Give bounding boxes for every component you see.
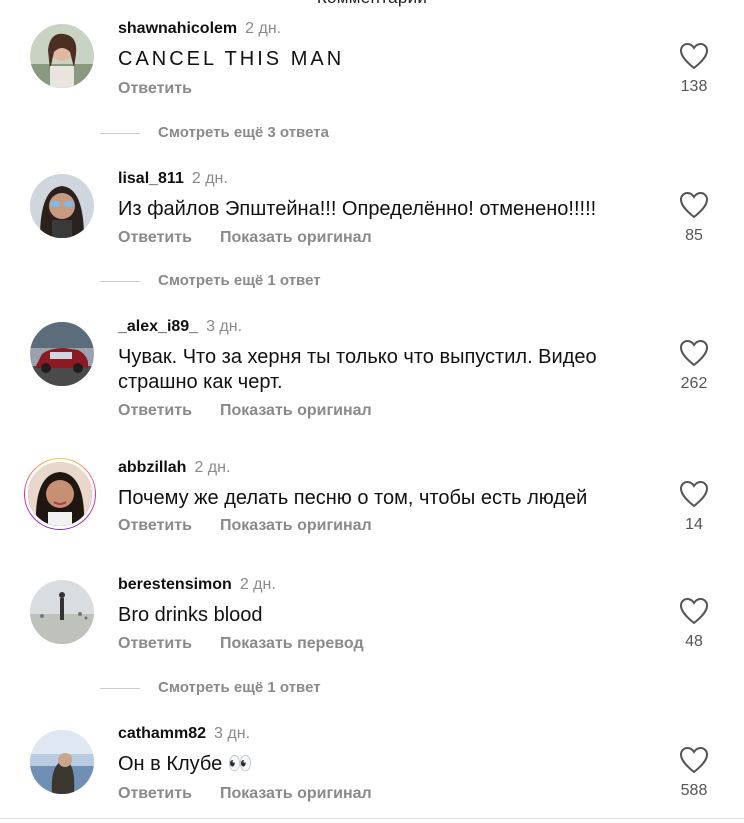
like-count: 138 [680, 78, 708, 95]
reply-button[interactable]: Ответить [118, 635, 192, 652]
view-more-replies-label: Смотреть ещё 1 ответ [158, 272, 321, 289]
view-more-replies[interactable]: Смотреть ещё 1 ответ [100, 272, 321, 289]
view-more-replies-label: Смотреть ещё 1 ответ [158, 679, 321, 696]
heart-outline-icon [679, 42, 709, 70]
comment-meta: berestensimon 2 дн. [118, 576, 276, 594]
timestamp: 2 дн. [239, 576, 276, 593]
reply-button[interactable]: Ответить [118, 785, 192, 802]
divider [0, 818, 744, 819]
like-button[interactable]: 138 [670, 42, 718, 96]
heart-outline-icon [679, 597, 709, 625]
comment-meta: shawnahicolem 2 дн. [118, 20, 281, 38]
avatar[interactable] [30, 730, 94, 794]
comment-actions: Ответить Показать оригинал [118, 229, 372, 247]
like-count: 48 [685, 633, 703, 650]
comment-actions: Ответить Показать оригинал [118, 517, 372, 535]
like-button[interactable]: 262 [670, 339, 718, 393]
reply-button[interactable]: Ответить [118, 229, 192, 246]
divider [100, 280, 140, 282]
view-more-replies-label: Смотреть ещё 3 ответа [158, 124, 329, 141]
comment-meta: lisal_811 2 дн. [118, 170, 228, 188]
avatar[interactable] [30, 174, 94, 238]
comment-text: Почему же делать песню о том, чтобы есть… [118, 487, 588, 509]
reply-button[interactable]: Ответить [118, 402, 192, 419]
avatar [25, 459, 95, 529]
comment-text: Bro drinks blood [118, 604, 263, 626]
show-translation-button[interactable]: Показать перевод [220, 635, 364, 652]
reply-button[interactable]: Ответить [118, 80, 192, 97]
show-original-button[interactable]: Показать оригинал [220, 229, 372, 246]
username[interactable]: cathamm82 [118, 725, 206, 742]
comment-text: Из файлов Эпштейна!!! Определённо! отмен… [118, 198, 597, 220]
avatar[interactable] [30, 322, 94, 386]
like-count: 588 [680, 782, 708, 799]
like-count: 262 [680, 375, 708, 392]
like-button[interactable]: 85 [670, 191, 718, 245]
comment-meta: abbzillah 2 дн. [118, 459, 230, 477]
timestamp: 3 дн. [206, 318, 243, 335]
timestamp: 2 дн. [191, 170, 228, 187]
comment-actions: Ответить Показать оригинал [118, 785, 372, 803]
like-button[interactable]: 14 [670, 480, 718, 534]
timestamp: 2 дн. [245, 20, 282, 37]
username[interactable]: berestensimon [118, 576, 232, 593]
timestamp: 3 дн. [214, 725, 251, 742]
heart-outline-icon [679, 746, 709, 774]
comment-text: Он в Клубе 👀 [118, 753, 253, 775]
page-title: Комментарии [0, 0, 744, 8]
like-button[interactable]: 48 [670, 597, 718, 651]
username[interactable]: abbzillah [118, 459, 186, 476]
username[interactable]: shawnahicolem [118, 20, 237, 37]
heart-outline-icon [679, 480, 709, 508]
divider [100, 687, 140, 689]
comment-actions: Ответить Показать оригинал [118, 402, 372, 420]
username[interactable]: _alex_i89_ [118, 318, 198, 335]
username[interactable]: lisal_811 [118, 170, 184, 187]
comment-meta: _alex_i89_ 3 дн. [118, 318, 242, 336]
comment-actions: Ответить Показать перевод [118, 635, 364, 653]
avatar-story-ring[interactable] [24, 458, 96, 530]
comment-meta: cathamm82 3 дн. [118, 725, 250, 743]
avatar[interactable] [30, 24, 94, 88]
like-button[interactable]: 588 [670, 746, 718, 800]
like-count: 85 [685, 227, 703, 244]
comment-text: CANCEL THIS MAN [118, 48, 345, 70]
timestamp: 2 дн. [194, 459, 231, 476]
comment-text: Чувак. Что за херня ты только что выпуст… [118, 346, 597, 393]
show-original-button[interactable]: Показать оригинал [220, 785, 372, 802]
show-original-button[interactable]: Показать оригинал [220, 517, 372, 534]
reply-button[interactable]: Ответить [118, 517, 192, 534]
comment-actions: Ответить [118, 80, 192, 98]
divider [100, 132, 140, 134]
like-count: 14 [685, 516, 703, 533]
heart-outline-icon [679, 191, 709, 219]
show-original-button[interactable]: Показать оригинал [220, 402, 372, 419]
heart-outline-icon [679, 339, 709, 367]
avatar[interactable] [30, 580, 94, 644]
view-more-replies[interactable]: Смотреть ещё 1 ответ [100, 679, 321, 696]
view-more-replies[interactable]: Смотреть ещё 3 ответа [100, 124, 329, 141]
